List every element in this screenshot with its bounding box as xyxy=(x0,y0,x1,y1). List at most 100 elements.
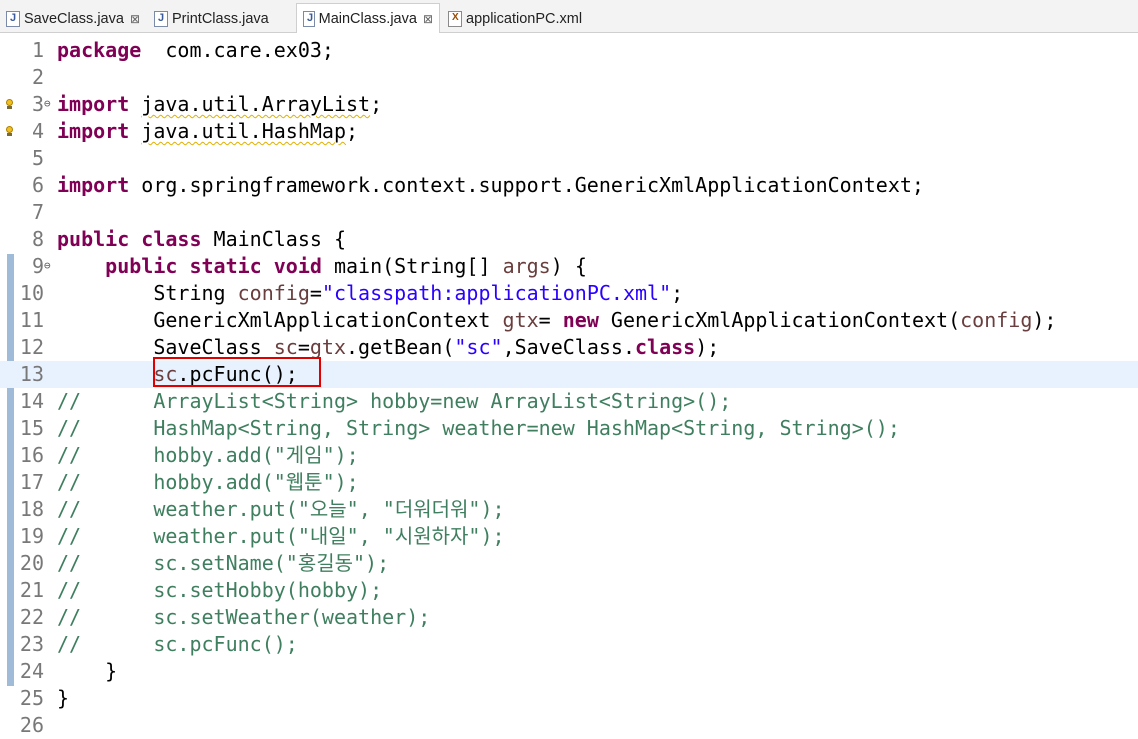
code-text[interactable]: import org.springframework.context.suppo… xyxy=(57,172,924,199)
code-token: main(String[] xyxy=(321,254,503,278)
xml-file-icon xyxy=(448,10,462,27)
line-number: 19 xyxy=(19,524,44,548)
code-line[interactable]: 4 import java.util.HashMap; xyxy=(0,118,1138,145)
cmt-token: // sc.setName("홍길동"); xyxy=(57,551,390,575)
code-text[interactable]: // sc.pcFunc(); xyxy=(57,631,298,658)
kw-token: import xyxy=(57,92,130,116)
code-line[interactable]: 15 // HashMap<String, String> weather=new… xyxy=(0,415,1138,442)
code-line[interactable]: 17 // hobby.add("웹툰"); xyxy=(0,469,1138,496)
code-line[interactable]: 5 xyxy=(0,145,1138,172)
code-line[interactable]: 18 // weather.put("오늘", "더워더워"); xyxy=(0,496,1138,523)
code-line[interactable]: 11 GenericXmlApplicationContext gtx= new… xyxy=(0,307,1138,334)
code-text[interactable]: // HashMap<String, String> weather=new H… xyxy=(57,415,900,442)
code-line[interactable]: 26 xyxy=(0,712,1138,739)
code-token: ,SaveClass. xyxy=(502,335,636,359)
code-line[interactable]: 20 // sc.setName("홍길동"); xyxy=(0,550,1138,577)
var-token: config xyxy=(237,281,310,305)
fold-toggle-icon[interactable]: ⊖ xyxy=(44,98,51,110)
code-line[interactable]: 24 } xyxy=(0,658,1138,685)
code-text[interactable]: // weather.put("오늘", "더워더워"); xyxy=(57,496,505,523)
cmt-token: // ArrayList<String> hobby=new ArrayList… xyxy=(57,389,732,413)
line-number: 4 xyxy=(31,119,44,143)
line-number: 12 xyxy=(19,335,44,359)
code-text[interactable]: import java.util.HashMap; xyxy=(57,118,358,145)
code-text[interactable]: // hobby.add("게임"); xyxy=(57,442,359,469)
code-text[interactable]: } xyxy=(57,658,117,685)
line-number: 25 xyxy=(19,686,44,710)
fold-toggle-icon[interactable]: ⊖ xyxy=(44,260,51,272)
code-line[interactable]: 3 ⊖ import java.util.ArrayList; xyxy=(0,91,1138,118)
code-text[interactable]: public class MainClass { xyxy=(57,226,346,253)
kw-token: static xyxy=(189,254,262,278)
code-text[interactable]: // sc.setWeather(weather); xyxy=(57,604,430,631)
line-number: 3 xyxy=(31,92,44,116)
var-token: config xyxy=(960,308,1033,332)
kw-token: class xyxy=(635,335,696,359)
highlight-box xyxy=(153,357,321,387)
code-text[interactable]: // hobby.add("웹툰"); xyxy=(57,469,359,496)
code-line[interactable]: 2 xyxy=(0,64,1138,91)
close-tab-icon[interactable]: ⊠ xyxy=(130,12,140,26)
code-line[interactable]: 19 // weather.put("내일", "시원하자"); xyxy=(0,523,1138,550)
code-token: ) { xyxy=(550,254,587,278)
code-text[interactable]: } xyxy=(57,685,69,712)
code-text[interactable]: GenericXmlApplicationContext gtx= new Ge… xyxy=(57,307,1056,334)
code-token: = xyxy=(538,308,563,332)
code-line[interactable]: 16 // hobby.add("게임"); xyxy=(0,442,1138,469)
code-text[interactable]: // sc.setHobby(hobby); xyxy=(57,577,382,604)
code-line[interactable]: 8 public class MainClass { xyxy=(0,226,1138,253)
var-token: gtx xyxy=(309,335,347,359)
code-text[interactable]: package com.care.ex03; xyxy=(57,37,334,64)
code-text[interactable]: String config="classpath:applicationPC.x… xyxy=(57,280,683,307)
line-number: 15 xyxy=(19,416,44,440)
code-text[interactable]: // sc.setName("홍길동"); xyxy=(57,550,389,577)
cmt-token: // hobby.add("게임"); xyxy=(57,443,359,467)
code-line[interactable]: 9 ⊖ public static void main(String[] args… xyxy=(0,253,1138,280)
close-tab-icon[interactable]: ⊠ xyxy=(423,12,433,26)
cmt-token: // hobby.add("웹툰"); xyxy=(57,470,359,494)
var-token: args xyxy=(502,254,551,278)
tab-mainclass-java[interactable]: MainClass.java ⊠ xyxy=(296,3,440,33)
tab-printclass-java[interactable]: PrintClass.java xyxy=(148,4,293,33)
code-token: } xyxy=(57,686,70,710)
var-token: gtx xyxy=(502,308,539,332)
tab-saveclass-java[interactable]: SaveClass.java ⊠ xyxy=(0,4,146,33)
kw-token: void xyxy=(273,254,322,278)
code-line[interactable]: 14 // ArrayList<String> hobby=new ArrayLi… xyxy=(0,388,1138,415)
line-number: 11 xyxy=(19,308,44,332)
java-file-icon xyxy=(154,10,168,27)
code-line[interactable]: 21 // sc.setHobby(hobby); xyxy=(0,577,1138,604)
code-line[interactable]: 1 package com.care.ex03; xyxy=(0,37,1138,64)
line-number: 20 xyxy=(19,551,44,575)
kw-token: class xyxy=(141,227,202,251)
str-token: "sc" xyxy=(454,335,503,359)
line-number: 16 xyxy=(19,443,44,467)
code-text[interactable]: import java.util.ArrayList; xyxy=(57,91,382,118)
line-number: 17 xyxy=(19,470,44,494)
line-number: 6 xyxy=(31,173,44,197)
tab-applicationpc-xml[interactable]: applicationPC.xml xyxy=(442,4,592,33)
code-text[interactable]: // ArrayList<String> hobby=new ArrayList… xyxy=(57,388,731,415)
code-token: String xyxy=(57,281,238,305)
code-text[interactable]: // weather.put("내일", "시원하자"); xyxy=(57,523,505,550)
tab-label: applicationPC.xml xyxy=(466,10,583,27)
code-line[interactable]: 23 // sc.pcFunc(); xyxy=(0,631,1138,658)
code-token: .getBean( xyxy=(346,335,455,359)
code-line[interactable]: 6 import org.springframework.context.supp… xyxy=(0,172,1138,199)
code-token: GenericXmlApplicationContext xyxy=(57,308,503,332)
code-line[interactable]: 25} xyxy=(0,685,1138,712)
cmt-token: // weather.put("내일", "시원하자"); xyxy=(57,524,505,548)
java-file-icon xyxy=(303,10,315,27)
line-number: 8 xyxy=(31,227,44,251)
code-line[interactable]: 22 // sc.setWeather(weather); xyxy=(0,604,1138,631)
code-line[interactable]: 7 xyxy=(0,199,1138,226)
code-line[interactable]: 10 String config="classpath:applicationP… xyxy=(0,280,1138,307)
line-number: 2 xyxy=(31,65,44,89)
cmt-token: // sc.pcFunc(); xyxy=(57,632,298,656)
code-text[interactable]: public static void main(String[] args) { xyxy=(57,253,587,280)
line-number: 14 xyxy=(19,389,44,413)
